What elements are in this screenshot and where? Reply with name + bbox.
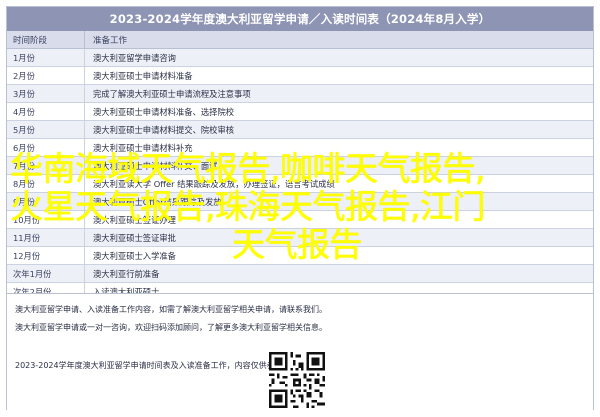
row-task: 澳大利亚硕士申请材料补充 (93, 142, 193, 153)
table-row: 11月份 澳大利亚硕士签证审批 (7, 229, 593, 247)
footer-note: 澳大利亚留学申请或一对一咨询，欢迎扫码添加顾问，了解更多澳大利亚留学相关信息。 (15, 323, 327, 332)
schedule-table: 1月份 澳大利亚留学申请咨询 2月份 澳大利亚硕士申请材料准备 3月份 完成了解… (7, 49, 593, 301)
row-task: 完成了解澳大利亚硕士申请流程及注意事项 (93, 88, 251, 99)
document-title: 2023-2024学年度澳大利亚留学申请／入读时间表（2024年8月入学） (7, 7, 593, 31)
footer-notes: 澳大利亚留学申请、入读准备工作内容，如需了解澳大利亚留学相关申请，请联系我们。 … (7, 293, 593, 410)
table-row: 3月份 完成了解澳大利亚硕士申请流程及注意事项 (7, 85, 593, 103)
row-time: 7月份 (7, 157, 85, 174)
schedule-document: 2023-2024学年度澳大利亚留学申请／入读时间表（2024年8月入学） 时间… (6, 6, 594, 410)
row-time: 4月份 (7, 103, 85, 120)
table-row: 12月份 澳大利亚硕士入学准备 (7, 247, 593, 265)
table-row: 7月份 澳大利亚硕士申请材料补交、面试 (7, 157, 593, 175)
row-time: 3月份 (7, 85, 85, 102)
row-time: 1月份 (7, 49, 85, 66)
header-time: 时间阶段 (7, 31, 85, 48)
row-task: 澳大利亚硕士签证审批 (93, 232, 176, 243)
row-time: 11月份 (7, 229, 85, 246)
page: 2023-2024学年度澳大利亚留学申请／入读时间表（2024年8月入学） 时间… (0, 0, 600, 417)
row-task: 澳大利亚行前准备 (93, 268, 160, 279)
row-task: 澳大利亚硕士签证办理 (93, 214, 176, 225)
table-row: 6月份 澳大利亚硕士申请材料补充 (7, 139, 593, 157)
row-time: 6月份 (7, 139, 85, 156)
table-row: 1月份 澳大利亚留学申请咨询 (7, 49, 593, 67)
row-time: 8月份 (7, 175, 85, 192)
qr-code-icon (269, 352, 325, 408)
footer-note: 澳大利亚留学申请、入读准备工作内容，如需了解澳大利亚留学相关申请，请联系我们。 (15, 305, 327, 314)
row-task: 澳大利亚读大学 Offer 结果跟踪及发放，办理签证，语言考试成绩 (93, 178, 335, 189)
table-row: 9月份 澳大利亚硕士Offer结果跟踪及发放 (7, 193, 593, 211)
table-row: 8月份 澳大利亚读大学 Offer 结果跟踪及发放，办理签证，语言考试成绩 (7, 175, 593, 193)
table-row: 4月份 澳大利亚硕士申请材料准备、选择院校 (7, 103, 593, 121)
row-task: 澳大利亚硕士申请材料补交、面试 (93, 160, 218, 171)
table-row: 次年1月份 澳大利亚行前准备 (7, 265, 593, 283)
row-task: 澳大利亚留学申请咨询 (93, 52, 176, 63)
table-row: 5月份 澳大利亚硕士申请材料提交、院校审核 (7, 121, 593, 139)
row-task: 澳大利亚硕士申请材料提交、院校审核 (93, 124, 235, 135)
row-time: 10月份 (7, 211, 85, 228)
row-time: 5月份 (7, 121, 85, 138)
row-task: 澳大利亚硕士入学准备 (93, 250, 176, 261)
table-row: 2月份 澳大利亚硕士申请材料准备 (7, 67, 593, 85)
row-time: 9月份 (7, 193, 85, 210)
header-task: 准备工作 (93, 35, 128, 46)
table-header: 时间阶段 准备工作 (7, 31, 593, 49)
row-time: 12月份 (7, 247, 85, 264)
row-task: 澳大利亚硕士申请材料准备 (93, 70, 193, 81)
table-row: 10月份 澳大利亚硕士签证办理 (7, 211, 593, 229)
row-task: 澳大利亚硕士Offer结果跟踪及发放 (93, 196, 222, 207)
row-time: 次年1月份 (7, 265, 85, 282)
row-time: 2月份 (7, 67, 85, 84)
row-task: 澳大利亚硕士申请材料准备、选择院校 (93, 106, 235, 117)
footer-note: 2023-2024学年度澳大利亚留学申请时间表及入读准备工作，内容仅供参考 (15, 361, 283, 370)
